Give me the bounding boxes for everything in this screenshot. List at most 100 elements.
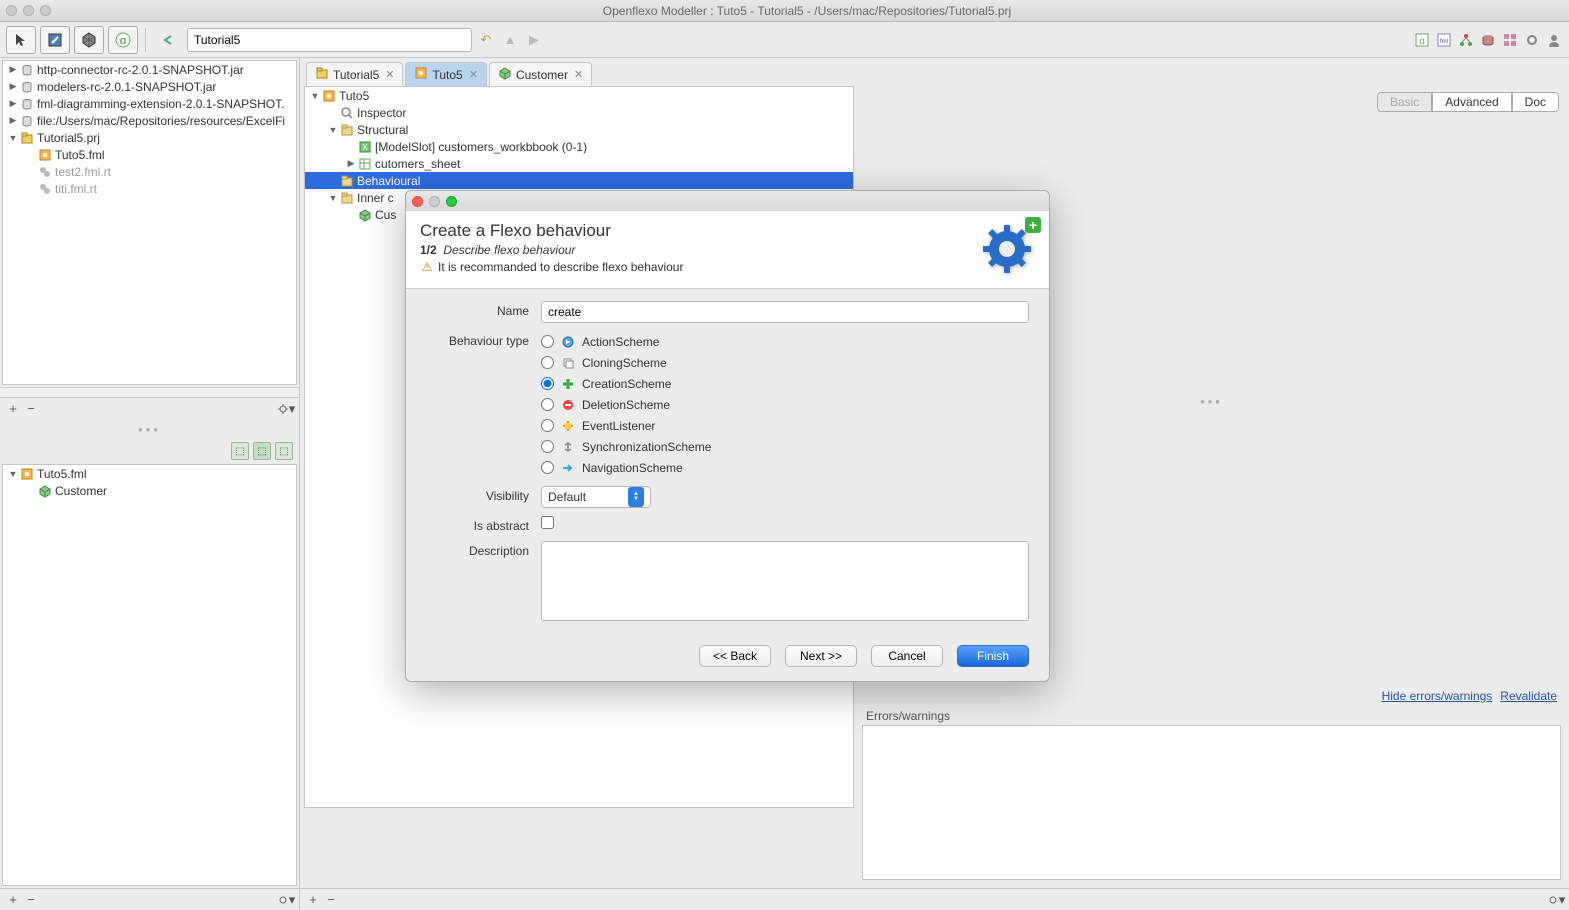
view-mode-3-button[interactable]: ⬚ [275, 442, 293, 460]
next-button[interactable]: Next >> [785, 645, 857, 667]
revalidate-link[interactable]: Revalidate [1500, 689, 1557, 703]
tree-row[interactable]: ▶ file:/Users/mac/Repositories/resources/… [3, 112, 296, 129]
tree-row[interactable]: ▶modelers-rc-2.0.1-SNAPSHOT.jar [3, 78, 296, 95]
panel-drag-handle[interactable]: ••• [0, 419, 299, 440]
close-tab-icon[interactable]: ✕ [385, 68, 394, 81]
tree-row[interactable]: ▼Tuto5.fml [3, 465, 296, 482]
chevron-icon[interactable]: ▼ [327, 193, 339, 203]
dialog-close-icon[interactable] [412, 196, 423, 207]
radio-input[interactable] [541, 398, 554, 411]
radio-input[interactable] [541, 335, 554, 348]
tree-item-label: Cus [375, 208, 396, 222]
gear-small-icon[interactable] [1523, 31, 1541, 49]
close-tab-icon[interactable]: ✕ [469, 68, 478, 81]
tree-row[interactable]: ▶fml-diagramming-extension-2.0.1-SNAPSHO… [3, 95, 296, 112]
edit-tool-button[interactable] [40, 26, 70, 54]
cube-tool-button[interactable] [74, 26, 104, 54]
gear-icon[interactable]: ▾ [1547, 891, 1565, 909]
tab-basic[interactable]: Basic [1377, 92, 1432, 112]
radio-input[interactable] [541, 377, 554, 390]
add-button[interactable]: + [304, 891, 322, 909]
hierarchy-icon[interactable] [1457, 31, 1475, 49]
behaviour-type-option[interactable]: NavigationScheme [541, 457, 1029, 478]
outline-tree[interactable]: ▼Tuto5.fmlCustomer [2, 464, 297, 886]
nav-forward-icon[interactable]: ▶ [524, 30, 544, 50]
cancel-button[interactable]: Cancel [871, 645, 943, 667]
dialog-titlebar[interactable] [406, 191, 1049, 211]
chevron-icon[interactable]: ▼ [7, 133, 19, 143]
view-mode-2-button[interactable]: ⬚ [253, 442, 271, 460]
chevron-icon[interactable]: ▶ [7, 98, 19, 109]
chevron-icon[interactable]: ▶ [7, 64, 19, 75]
editor-tab[interactable]: Customer✕ [489, 62, 592, 86]
tree-row[interactable]: titi.fml.rt [3, 180, 296, 197]
tree-row[interactable]: Customer [3, 482, 296, 499]
nav-undo-icon[interactable]: ↶ [476, 30, 496, 50]
chevron-icon[interactable]: ▼ [309, 91, 321, 101]
hide-errors-link[interactable]: Hide errors/warnings [1382, 689, 1493, 703]
radio-input[interactable] [541, 356, 554, 369]
description-textarea[interactable] [541, 541, 1029, 621]
name-input[interactable] [541, 301, 1029, 323]
search-input[interactable] [187, 28, 472, 52]
tree-row[interactable]: ▼Structural [305, 121, 853, 138]
tree-row[interactable]: test2.fml.rt [3, 163, 296, 180]
projects-tree[interactable]: ▶http-connector-rc-2.0.1-SNAPSHOT.jar▶mo… [2, 60, 297, 385]
remove-button[interactable]: − [22, 400, 40, 418]
tree-row[interactable]: ▶http-connector-rc-2.0.1-SNAPSHOT.jar [3, 61, 296, 78]
add-button[interactable]: + [4, 400, 22, 418]
minimize-window-icon[interactable] [23, 5, 34, 16]
dialog-zoom-icon[interactable] [446, 196, 457, 207]
grid-icon[interactable] [1501, 31, 1519, 49]
tree-row[interactable]: Behavioural [305, 172, 853, 189]
nav-up-icon[interactable]: ▲ [500, 30, 520, 50]
tree-row[interactable]: Inspector [305, 104, 853, 121]
database-icon[interactable] [1479, 31, 1497, 49]
tree-row[interactable]: ▶cutomers_sheet [305, 155, 853, 172]
chevron-icon[interactable]: ▶ [7, 115, 19, 126]
visibility-select[interactable]: Default ▲▼ [541, 486, 651, 508]
xml-icon[interactable]: fml [1435, 31, 1453, 49]
gear-icon[interactable]: ▾ [277, 891, 295, 909]
behaviour-type-option[interactable]: DeletionScheme [541, 394, 1029, 415]
chevron-icon[interactable]: ▶ [345, 158, 357, 169]
back-button[interactable]: << Back [699, 645, 771, 667]
remove-button[interactable]: − [22, 891, 40, 909]
tree-row[interactable]: ▼Tuto5 [305, 87, 853, 104]
remove-button[interactable]: − [322, 891, 340, 909]
tree-row[interactable]: X[ModelSlot] customers_workbbook (0-1) [305, 138, 853, 155]
view-mode-1-button[interactable]: ⬚ [231, 442, 249, 460]
editor-tab[interactable]: Tuto5✕ [405, 62, 486, 86]
behaviour-type-option[interactable]: SynchronizationScheme [541, 436, 1029, 457]
tab-doc[interactable]: Doc [1512, 92, 1559, 112]
gear-icon[interactable]: ▾ [277, 400, 295, 418]
tree-scrollbar[interactable] [0, 387, 299, 397]
tree-row[interactable]: Tuto5.fml [3, 146, 296, 163]
behaviour-type-option[interactable]: EventListener [541, 415, 1029, 436]
zoom-window-icon[interactable] [40, 5, 51, 16]
module-icon[interactable]: ɑ [1413, 31, 1431, 49]
pointer-tool-button[interactable] [6, 26, 36, 54]
tree-row[interactable]: ▼Tutorial5.prj [3, 129, 296, 146]
behaviour-type-option[interactable]: CreationScheme [541, 373, 1029, 394]
behaviour-type-option[interactable]: CloningScheme [541, 352, 1029, 373]
is-abstract-checkbox[interactable] [541, 516, 554, 529]
flexo-tool-button[interactable]: ɑ [108, 26, 138, 54]
behaviour-type-option[interactable]: ActionScheme [541, 331, 1029, 352]
radio-input[interactable] [541, 419, 554, 432]
chevron-icon[interactable]: ▼ [7, 469, 19, 479]
editor-tab[interactable]: Tutorial5✕ [306, 62, 403, 86]
close-window-icon[interactable] [6, 5, 17, 16]
user-icon[interactable] [1545, 31, 1563, 49]
close-tab-icon[interactable]: ✕ [574, 68, 583, 81]
errors-list[interactable] [862, 725, 1561, 880]
finish-button[interactable]: Finish [957, 645, 1029, 667]
nav-back-icon[interactable] [153, 26, 183, 54]
add-button[interactable]: + [4, 891, 22, 909]
radio-input[interactable] [541, 440, 554, 453]
chevron-icon[interactable]: ▼ [327, 125, 339, 135]
tree-item-label: file:/Users/mac/Repositories/resources/E… [37, 114, 285, 128]
chevron-icon[interactable]: ▶ [7, 81, 19, 92]
tab-advanced[interactable]: Advanced [1432, 92, 1511, 112]
radio-input[interactable] [541, 461, 554, 474]
